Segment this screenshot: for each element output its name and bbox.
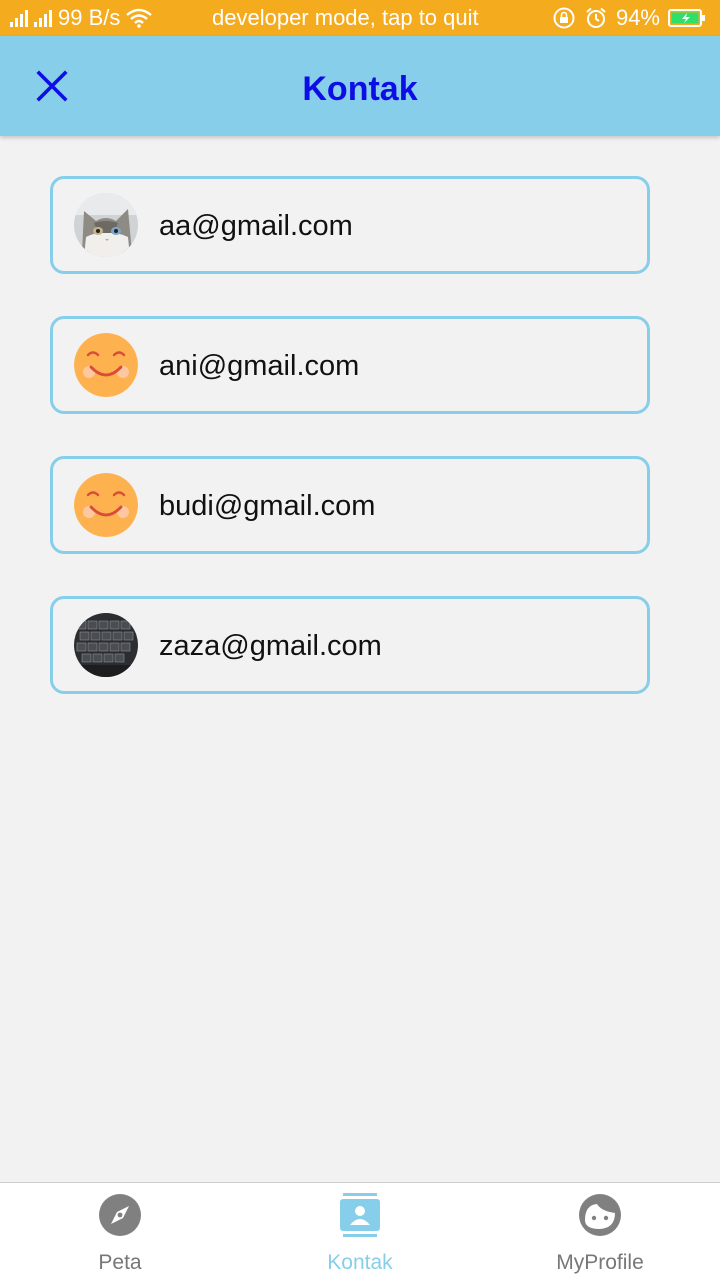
keyboard-photo <box>74 613 138 677</box>
nav-label-kontak: Kontak <box>327 1251 393 1274</box>
nav-item-peta[interactable]: Peta <box>0 1183 240 1280</box>
contact-card-icon <box>340 1193 380 1237</box>
cat-photo <box>74 193 138 257</box>
page-title: Kontak <box>302 70 418 108</box>
smiley-emoji <box>74 473 138 537</box>
avatar <box>74 613 138 677</box>
bottom-navigation: Peta Kontak MyProfile <box>0 1182 720 1280</box>
face-icon <box>579 1194 621 1236</box>
status-bar: 99 B/s developer mode, tap to quit 94% <box>0 0 720 36</box>
status-right: 94% <box>552 0 706 36</box>
smiley-emoji <box>74 333 138 397</box>
contact-item[interactable]: zaza@gmail.com <box>50 596 650 694</box>
contact-item[interactable]: ani@gmail.com <box>50 316 650 414</box>
signal-icon <box>34 9 52 27</box>
nav-label-myprofile: MyProfile <box>556 1251 644 1274</box>
avatar <box>74 193 138 257</box>
nav-item-kontak[interactable]: Kontak <box>240 1183 480 1280</box>
app-bar: Kontak <box>0 36 720 136</box>
battery-charging-icon <box>668 9 705 27</box>
avatar <box>74 473 138 537</box>
rotation-lock-icon <box>553 7 575 29</box>
contact-item[interactable]: aa@gmail.com <box>50 176 650 274</box>
nav-label-peta: Peta <box>98 1251 142 1274</box>
contact-item[interactable]: budi@gmail.com <box>50 456 650 554</box>
network-speed: 99 B/s <box>58 5 121 30</box>
nav-item-myprofile[interactable]: MyProfile <box>480 1183 720 1280</box>
alarm-icon <box>586 7 606 28</box>
status-left: 99 B/s <box>10 0 153 36</box>
wifi-icon <box>126 8 153 28</box>
compass-icon <box>99 1194 141 1236</box>
signal-icon <box>10 9 28 27</box>
contact-email: aa@gmail.com <box>159 210 353 242</box>
battery-percent: 94% <box>615 5 660 30</box>
avatar <box>74 333 138 397</box>
contact-email: zaza@gmail.com <box>159 630 382 662</box>
contact-email: budi@gmail.com <box>159 490 376 522</box>
developer-mode-notice[interactable]: developer mode, tap to quit <box>212 0 479 36</box>
contact-email: ani@gmail.com <box>159 350 360 382</box>
